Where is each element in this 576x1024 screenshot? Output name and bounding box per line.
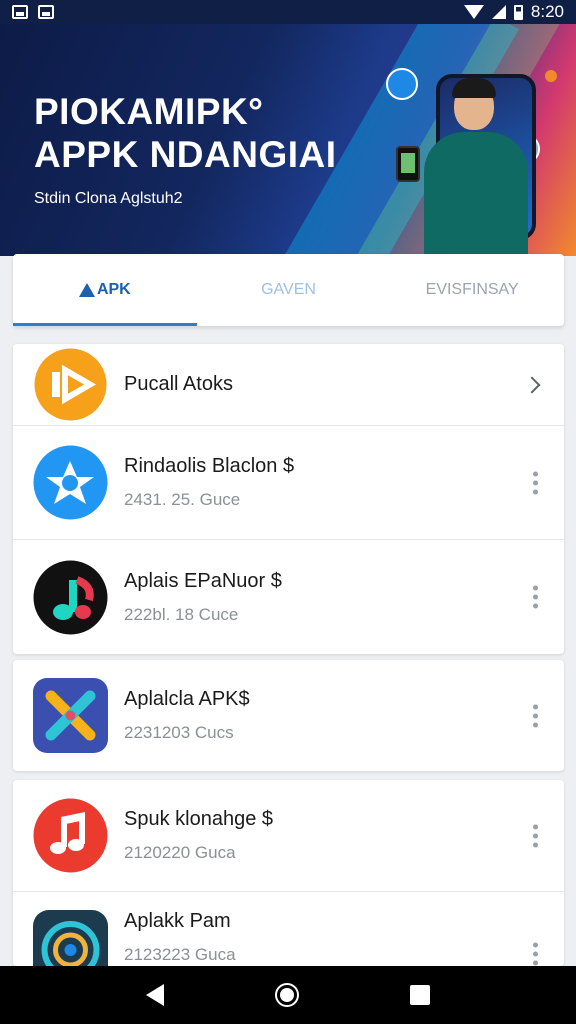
star-icon (33, 445, 108, 520)
more-options-icon[interactable] (533, 704, 538, 727)
list-item-title: Pucall Atoks (124, 373, 233, 395)
list-item-title: Rindaolis Blaclon $ (124, 455, 295, 477)
apk-logo-icon (78, 283, 95, 297)
chevron-right-icon[interactable] (523, 376, 541, 393)
tab-label: EVISFINSAY (425, 281, 519, 298)
list-item-title: Aplais EPaNuor $ (124, 569, 282, 592)
person-cap (452, 78, 496, 98)
app-icon (33, 798, 108, 873)
hero-subtitle: Stdin Clona Aglstuh2 (34, 190, 183, 207)
list-item-subtitle: 222bl. 18 Cuce (124, 604, 239, 624)
x-logo-icon (33, 678, 108, 753)
app-icon (33, 678, 108, 753)
more-options-icon[interactable] (533, 824, 538, 847)
image-notification-icon (12, 5, 28, 19)
list-item-subtitle: 2431. 25. Guce (124, 490, 241, 509)
list-item-title: Aplakk Pam (124, 910, 231, 932)
tab-gaven[interactable]: GAVEN (197, 254, 381, 326)
tab-apk[interactable]: APK (13, 254, 197, 326)
status-time: 8:20 (530, 2, 564, 21)
gallery-notification-icon (38, 5, 54, 19)
app-list-card: Aplalcla APK$ 2231203 Cucs (13, 660, 564, 771)
play-icon (34, 348, 107, 421)
hero-illustration (396, 74, 556, 256)
hero-title: PIOKAMIPK° APPK NDANGIAI (34, 90, 337, 176)
back-icon[interactable] (145, 984, 164, 1006)
app-icon (33, 910, 108, 966)
battery-icon (513, 4, 523, 20)
app-icon (33, 445, 108, 520)
more-options-icon[interactable] (533, 585, 538, 609)
wifi-icon (463, 5, 484, 19)
list-item[interactable]: Aplais EPaNuor $ 222bl. 18 Cuce (13, 540, 564, 654)
list-item-title: Spuk klonahge $ (124, 808, 274, 830)
system-indicators: 8:20 (463, 2, 564, 22)
list-item-subtitle: 2120220 Guca (124, 843, 236, 862)
hero-title-line2: APPK NDANGIAI (34, 134, 337, 175)
tab-label: APK (96, 281, 131, 298)
app-list-card: Spuk klonahge $ 2120220 Guca Aplakk Pam … (13, 780, 564, 966)
recent-apps-icon[interactable] (410, 985, 431, 1005)
hero-title-line1: PIOKAMIPK° (34, 91, 264, 132)
hero-banner[interactable]: PIOKAMIPK° APPK NDANGIAI Stdin Clona Agl… (0, 24, 576, 256)
list-item[interactable]: Aplalcla APK$ 2231203 Cucs (13, 660, 564, 771)
tab-bar: APK GAVEN EVISFINSAY (13, 254, 564, 326)
tab-label: GAVEN (261, 281, 316, 298)
signal-icon (491, 5, 506, 19)
more-options-icon[interactable] (533, 471, 538, 494)
list-item[interactable]: Spuk klonahge $ 2120220 Guca (13, 780, 564, 892)
app-icon (33, 560, 108, 635)
list-item[interactable]: Rindaolis Blaclon $ 2431. 25. Guce (13, 426, 564, 540)
person-illustration (424, 132, 528, 256)
handheld-phone (396, 146, 420, 182)
list-item[interactable]: Pucall Atoks (13, 344, 564, 426)
tab-evisfinsay[interactable]: EVISFINSAY (380, 254, 564, 326)
target-icon (33, 910, 108, 966)
status-bar: 8:20 (0, 0, 576, 24)
list-item-title: Aplalcla APK$ (124, 688, 250, 710)
list-item[interactable]: Aplakk Pam 2123223 Guca (13, 892, 564, 966)
navigation-bar (0, 966, 576, 1024)
music-note-icon (33, 798, 108, 873)
music-note-icon (33, 560, 108, 634)
list-item-subtitle: 2231203 Cucs (124, 723, 234, 742)
app-icon (33, 347, 108, 422)
notification-icons (12, 5, 54, 19)
list-item-subtitle: 2123223 Guca (124, 945, 236, 964)
more-options-icon[interactable] (533, 942, 538, 966)
home-icon[interactable] (274, 983, 299, 1007)
app-list-card: Pucall Atoks Rindaolis Blaclon $ 2431. 2… (13, 344, 564, 654)
